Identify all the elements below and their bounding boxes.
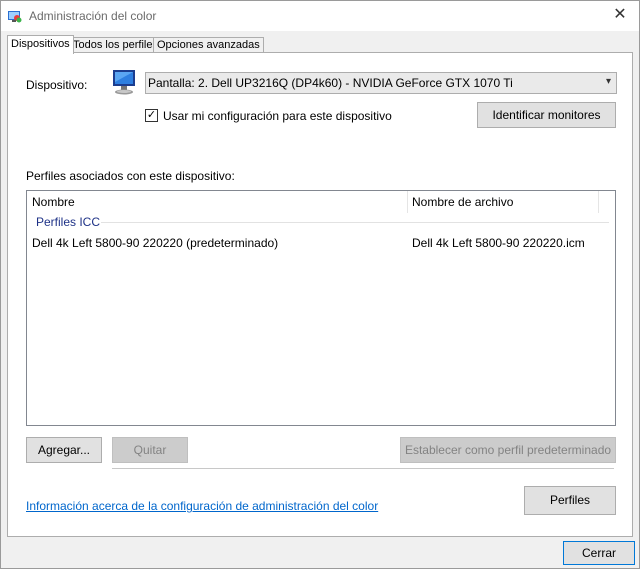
identify-monitors-button[interactable]: Identificar monitores	[477, 102, 616, 128]
close-window-icon[interactable]: ✕	[605, 3, 635, 27]
table-row[interactable]: Dell 4k Left 5800-90 220220 (predetermin…	[27, 233, 615, 253]
column-header-name[interactable]: Nombre	[32, 191, 75, 213]
monitor-icon	[111, 67, 141, 97]
profile-filename-cell: Dell 4k Left 5800-90 220220.icm	[412, 236, 585, 250]
use-my-settings-checkbox[interactable]: ✓	[145, 109, 158, 122]
column-header-filename[interactable]: Nombre de archivo	[412, 191, 513, 213]
set-default-profile-button[interactable]: Establecer como perfil predeterminado	[400, 437, 616, 463]
window-title: Administración del color	[29, 9, 157, 23]
group-header-icc[interactable]: Perfiles ICC	[36, 215, 100, 229]
chevron-down-icon: ▾	[605, 76, 611, 87]
title-bar: Administración del color ✕	[1, 1, 639, 31]
color-management-icon	[8, 9, 22, 23]
color-management-window: Administración del color ✕ Dispositivos …	[0, 0, 640, 569]
profiles-button[interactable]: Perfiles	[524, 486, 616, 515]
device-dropdown-value: Pantalla: 2. Dell UP3216Q (DP4k60) - NVI…	[148, 76, 513, 90]
tab-devices[interactable]: Dispositivos	[7, 35, 74, 54]
remove-profile-button[interactable]: Quitar	[112, 437, 188, 463]
associated-profiles-label: Perfiles asociados con este dispositivo:	[26, 169, 235, 183]
color-management-info-link[interactable]: Información acerca de la configuración d…	[26, 499, 378, 513]
device-dropdown[interactable]: Pantalla: 2. Dell UP3216Q (DP4k60) - NVI…	[145, 72, 617, 94]
tab-strip: Dispositivos Todos los perfiles Opciones…	[7, 35, 633, 54]
separator-line	[112, 468, 614, 469]
tab-all-profiles[interactable]: Todos los perfiles	[69, 37, 162, 53]
devices-panel: Dispositivo: Pantalla: 2. Dell UP3216Q (…	[7, 52, 633, 537]
profiles-list[interactable]: Nombre Nombre de archivo Perfiles ICC De…	[26, 190, 616, 426]
add-profile-button[interactable]: Agregar...	[26, 437, 102, 463]
group-divider	[101, 222, 609, 223]
profile-name-cell: Dell 4k Left 5800-90 220220 (predetermin…	[32, 236, 279, 250]
close-button[interactable]: Cerrar	[563, 541, 635, 565]
column-separator[interactable]	[598, 191, 599, 213]
device-label: Dispositivo:	[26, 78, 88, 92]
column-separator[interactable]	[407, 191, 408, 213]
use-my-settings-label: Usar mi configuración para este disposit…	[163, 109, 392, 123]
tab-advanced[interactable]: Opciones avanzadas	[153, 37, 264, 53]
